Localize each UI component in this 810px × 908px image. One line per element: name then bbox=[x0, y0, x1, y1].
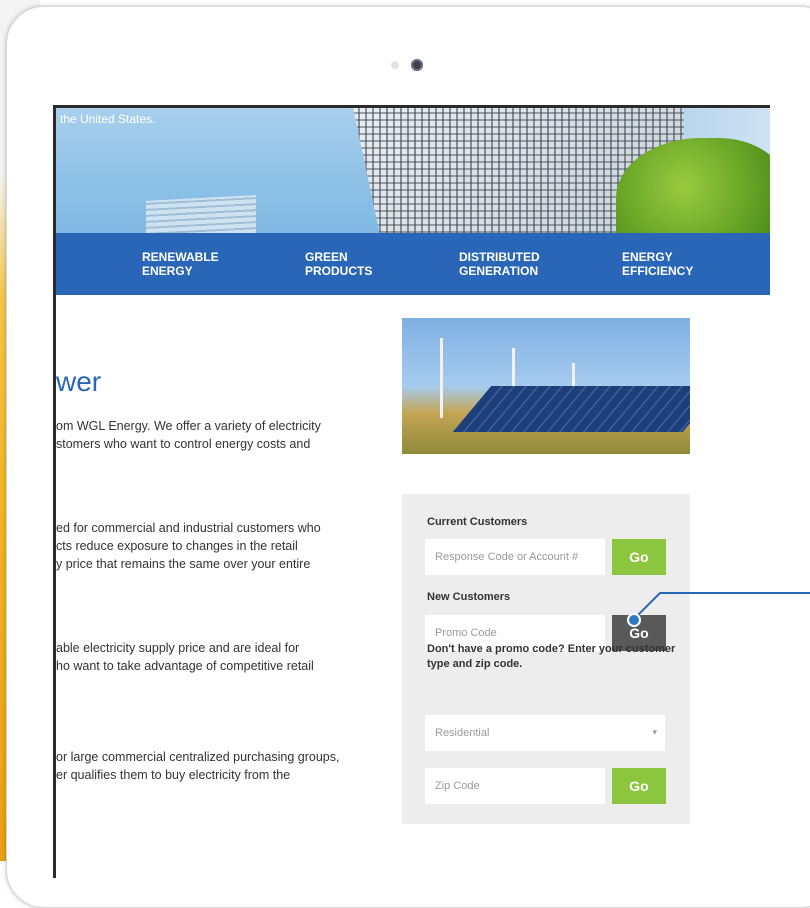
go-button-current[interactable]: Go bbox=[612, 539, 666, 575]
promo-hint: Don't have a promo code? Enter your cust… bbox=[427, 643, 676, 670]
paragraph-groups: or large commercial centralized purchasi… bbox=[56, 750, 340, 782]
turbine-icon bbox=[440, 338, 443, 418]
paragraph-fixed: ed for commercial and industrial custome… bbox=[56, 521, 321, 571]
hero-banner: the United States. bbox=[56, 108, 770, 238]
customer-type-value: Residential bbox=[435, 727, 490, 739]
zip-code-input[interactable]: Zip Code bbox=[425, 768, 605, 804]
page-heading: wer bbox=[56, 366, 102, 397]
screen: the United States. RENEWABLE ENERGY GREE… bbox=[53, 105, 770, 878]
callout-dot-icon bbox=[627, 613, 641, 627]
customer-form: Current Customers Response Code or Accou… bbox=[402, 494, 690, 824]
chevron-down-icon: ▾ bbox=[652, 727, 657, 737]
hero-building-left bbox=[146, 195, 256, 238]
nav-item-distributed-generation[interactable]: DISTRIBUTED GENERATION bbox=[459, 250, 540, 278]
main-nav: RENEWABLE ENERGY GREEN PRODUCTS DISTRIBU… bbox=[56, 233, 770, 295]
customer-type-select[interactable]: Residential ▾ bbox=[425, 715, 665, 751]
response-code-input[interactable]: Response Code or Account # bbox=[425, 539, 605, 575]
go-button-zip[interactable]: Go bbox=[612, 768, 666, 804]
nav-item-energy-efficiency[interactable]: ENERGY EFFICIENCY bbox=[622, 250, 693, 278]
nav-item-green-products[interactable]: GREEN PRODUCTS bbox=[305, 250, 372, 278]
new-customers-label: New Customers bbox=[427, 591, 511, 603]
paragraph-intro: om WGL Energy. We offer a variety of ele… bbox=[56, 419, 321, 451]
sensor-icon bbox=[391, 61, 399, 69]
nav-item-renewable-energy[interactable]: RENEWABLE ENERGY bbox=[142, 250, 219, 278]
paragraph-variable: able electricity supply price and are id… bbox=[56, 641, 314, 673]
camera-icon bbox=[411, 59, 423, 71]
renewable-photo bbox=[402, 318, 690, 454]
hero-text: the United States. bbox=[60, 112, 156, 126]
solar-panels bbox=[452, 386, 690, 432]
current-customers-label: Current Customers bbox=[427, 516, 528, 528]
callout-line bbox=[660, 592, 810, 594]
